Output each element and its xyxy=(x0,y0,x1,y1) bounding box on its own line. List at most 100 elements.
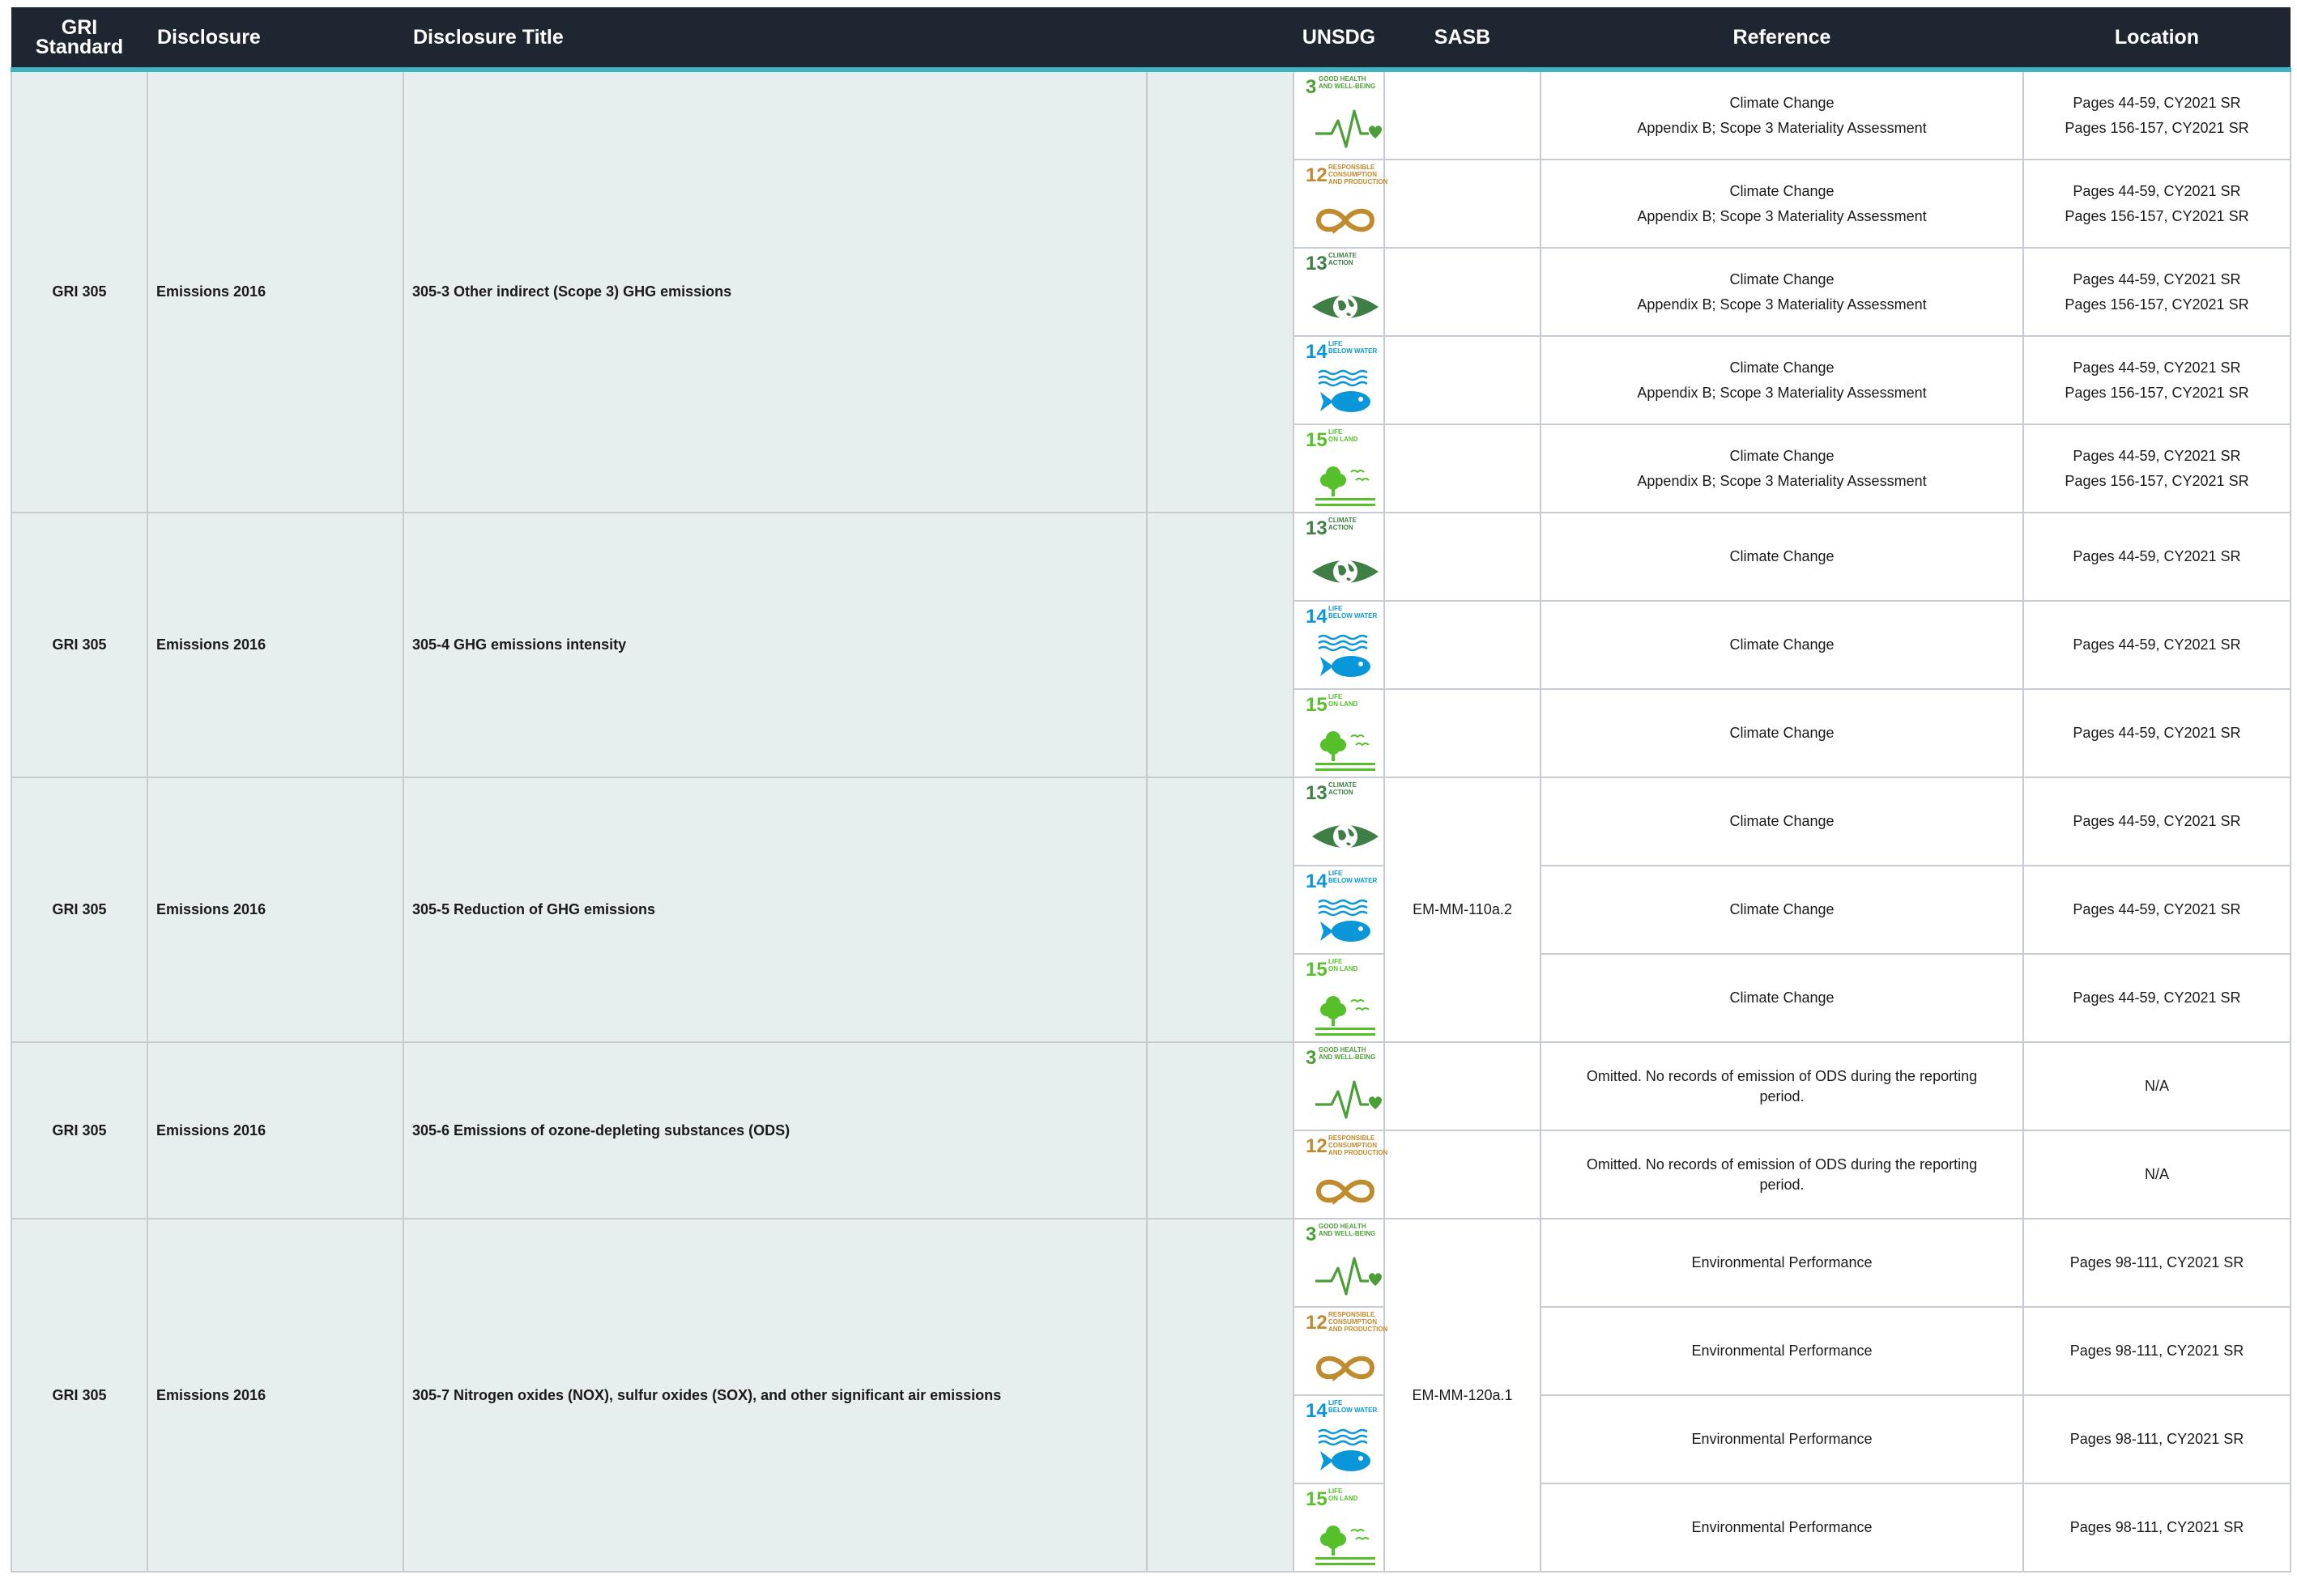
earth-eye-icon: 13 CLIMATEACTION xyxy=(1306,517,1379,584)
sdg-number: 13 xyxy=(1306,253,1327,275)
reference-cell: Climate Change Appendix B; Scope 3 Materi… xyxy=(1540,247,2024,337)
location-line: Pages 156-157, CY2021 SR xyxy=(2065,119,2249,136)
reference-line: Climate Change xyxy=(1729,94,1835,111)
unsdg-icon-cell: 14 LIFE BELOW WATER xyxy=(1293,600,1385,690)
sdg-caption-line: GOOD HEALTH xyxy=(1319,75,1366,83)
sdg-number: 14 xyxy=(1306,870,1327,892)
unsdg-icon-cell: 14 LIFE BELOW WATER xyxy=(1293,865,1385,955)
tree-birds-icon: 15 LIFEON LAND xyxy=(1306,958,1375,1036)
sdg-12-tile: 12 RESPONSIBLE CONSUMPTION AND PRODUCTION xyxy=(1301,1308,1390,1394)
sasb-cell xyxy=(1383,69,1541,160)
col-header-location: Location xyxy=(2023,7,2291,72)
sdg-14-tile: 14 LIFE BELOW WATER xyxy=(1301,866,1390,953)
fish-waves-icon: 14 LIFEBELOW WATER xyxy=(1306,340,1378,412)
location-line: Pages 156-157, CY2021 SR xyxy=(2065,384,2249,401)
sdg-caption-line: AND WELL-BEING xyxy=(1319,83,1375,90)
location-line: Pages 98-111, CY2021 SR xyxy=(2069,1519,2244,1535)
reference-cell: Omitted. No records of emission of ODS d… xyxy=(1540,1130,2024,1219)
reference-line: Environmental Performance xyxy=(1691,1343,1873,1359)
spacer-cell xyxy=(1146,69,1294,513)
location-line: Pages 44-59, CY2021 SR xyxy=(2073,270,2241,287)
location-cell: Pages 44-59, CY2021 SR Pages 156-157, CY2… xyxy=(2022,69,2291,160)
reference-line: Climate Change xyxy=(1729,725,1835,741)
sdg-number: 14 xyxy=(1306,341,1327,363)
fish-waves-icon: 14 LIFEBELOW WATER xyxy=(1306,605,1378,677)
sdg-caption-line: RESPONSIBLE xyxy=(1328,164,1375,171)
location-line: Pages 156-157, CY2021 SR xyxy=(2065,472,2249,489)
sdg-caption-line: ON LAND xyxy=(1328,965,1358,972)
col-header-sasb: SASB xyxy=(1384,7,1541,72)
reference-line: period. xyxy=(1759,1087,1805,1104)
heartbeat-icon: 3 GOOD HEALTHAND WELL-BEING xyxy=(1306,1223,1382,1296)
unsdg-icon-cell: 3 GOOD HEALTH AND WELL-BEING xyxy=(1293,69,1385,160)
location-line: Pages 44-59, CY2021 SR xyxy=(2073,636,2241,653)
heartbeat-icon: 3 GOOD HEALTHAND WELL-BEING xyxy=(1306,75,1382,148)
location-line: Pages 156-157, CY2021 SR xyxy=(2065,207,2249,224)
col-header-unsdg: UNSDG xyxy=(1293,7,1384,72)
tree-birds-icon: 15 LIFEON LAND xyxy=(1306,693,1375,771)
sdg-caption-line: LIFE xyxy=(1328,340,1343,347)
sdg-number: 14 xyxy=(1306,1400,1327,1422)
location-cell: Pages 44-59, CY2021 SR Pages 156-157, CY2… xyxy=(2022,423,2291,513)
sdg-12-tile: 12 RESPONSIBLE CONSUMPTION AND PRODUCTION xyxy=(1301,160,1390,247)
sasb-cell xyxy=(1383,1130,1541,1219)
unsdg-icon-cell: 15 LIFE ON LAND xyxy=(1293,688,1385,778)
reference-cell: Omitted. No records of emission of ODS d… xyxy=(1540,1041,2024,1131)
disclosure-cell: Emissions 2016 xyxy=(147,69,404,513)
sdg-number: 15 xyxy=(1306,429,1327,451)
location-line: N/A xyxy=(2144,1078,2169,1094)
sasb-cell: EM-MM-120a.1 xyxy=(1383,1218,1541,1573)
reference-line: Climate Change xyxy=(1729,901,1835,917)
sdg-caption-line: AND PRODUCTION xyxy=(1328,178,1388,185)
location-cell: Pages 44-59, CY2021 SR Pages 156-157, CY2… xyxy=(2022,335,2291,425)
reference-line: Appendix B; Scope 3 Materiality Assessme… xyxy=(1637,472,1927,489)
sdg-number: 3 xyxy=(1306,76,1316,98)
location-cell: Pages 98-111, CY2021 SR xyxy=(2022,1483,2291,1573)
sdg-caption-line: CLIMATE xyxy=(1328,517,1357,524)
sdg-caption-line: RESPONSIBLE xyxy=(1328,1134,1375,1142)
location-line: Pages 44-59, CY2021 SR xyxy=(2073,725,2241,741)
sdg-number: 3 xyxy=(1306,1224,1316,1245)
table-row: GRI 305 Emissions 2016 305-4 GHG emissions… xyxy=(11,512,2291,778)
table-body: GRI 305 Emissions 2016 305-3 Other indirec… xyxy=(11,69,2291,1573)
unsdg-icon-cell: 13 CLIMATE ACTION xyxy=(1293,777,1385,866)
sdg-caption-line: LIFE xyxy=(1328,958,1343,965)
location-cell: Pages 44-59, CY2021 SR xyxy=(2022,777,2291,866)
infinity-loop-icon: 12 RESPONSIBLECONSUMPTIONAND PRODUCTION xyxy=(1306,164,1388,234)
reference-line: Appendix B; Scope 3 Materiality Assessme… xyxy=(1637,119,1927,136)
gri-standard-cell: GRI 305 xyxy=(11,69,148,513)
disclosure-title-cell: 305-7 Nitrogen oxides (NOX), sulfur oxid… xyxy=(403,1218,1148,1573)
sdg-number: 13 xyxy=(1306,782,1327,804)
unsdg-icon-cell: 12 RESPONSIBLE CONSUMPTION AND PRODUCTION xyxy=(1293,1306,1388,1396)
gri-standard-cell: GRI 305 xyxy=(11,512,148,778)
reference-line: Climate Change xyxy=(1729,359,1835,376)
location-line: Pages 156-157, CY2021 SR xyxy=(2065,296,2249,313)
sdg-caption-line: ACTION xyxy=(1328,259,1353,266)
sasb-cell xyxy=(1383,1041,1541,1131)
reference-line: Climate Change xyxy=(1729,270,1835,287)
disclosure-title-cell: 305-4 GHG emissions intensity xyxy=(403,512,1148,778)
sasb-cell xyxy=(1383,688,1541,778)
reference-line: Omitted. No records of emission of ODS d… xyxy=(1586,1067,1978,1084)
unsdg-icon-cell: 15 LIFE ON LAND xyxy=(1293,423,1385,513)
location-cell: Pages 98-111, CY2021 SR xyxy=(2022,1394,2291,1484)
sasb-cell xyxy=(1383,512,1541,602)
location-cell: Pages 44-59, CY2021 SR xyxy=(2022,600,2291,690)
sdg-number: 15 xyxy=(1306,694,1327,716)
location-cell: N/A xyxy=(2022,1041,2291,1131)
sdg-caption-line: LIFE xyxy=(1328,1487,1343,1495)
reference-cell: Climate Change xyxy=(1540,953,2024,1043)
sdg-15-tile: 15 LIFE ON LAND xyxy=(1301,425,1390,512)
sdg-caption-line: AND PRODUCTION xyxy=(1328,1149,1388,1156)
sdg-caption-line: BELOW WATER xyxy=(1328,612,1378,619)
col-header-disclosure: Disclosure xyxy=(147,7,403,72)
gri-standard-cell: GRI 305 xyxy=(11,1041,148,1219)
gri-content-index-table: GRI Standard Disclosure Disclosure Title… xyxy=(11,7,2291,1573)
sdg-number: 12 xyxy=(1306,1135,1327,1157)
location-line: N/A xyxy=(2144,1166,2169,1182)
table-row: GRI 305 Emissions 2016 305-3 Other indirec… xyxy=(11,69,2291,513)
reference-line: Climate Change xyxy=(1729,182,1835,199)
sdg-caption-line: CLIMATE xyxy=(1328,781,1357,789)
disclosure-title-cell: 305-5 Reduction of GHG emissions xyxy=(403,777,1148,1043)
reference-cell: Climate Change xyxy=(1540,600,2024,690)
